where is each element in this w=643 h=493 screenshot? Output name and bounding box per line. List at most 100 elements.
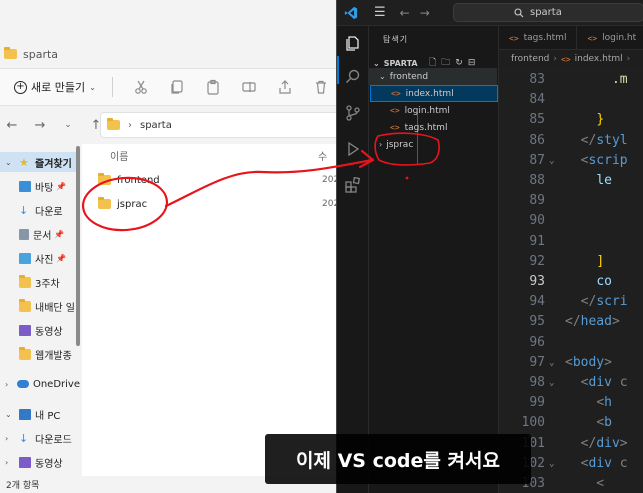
nav-item-pc-videos[interactable]: › 동영상 xyxy=(0,452,80,472)
code-line[interactable]: 102 ⌄ <div c xyxy=(499,454,643,474)
column-header-date[interactable]: 수 xyxy=(318,148,327,163)
delete-icon[interactable] xyxy=(313,79,329,95)
chevron-right-icon: › xyxy=(5,379,9,389)
fold-chevron-icon[interactable]: ⌄ xyxy=(549,353,554,373)
nav-item-label: 사진 xyxy=(35,254,54,266)
breadcrumb-file[interactable]: index.html xyxy=(575,54,623,64)
nav-scrollbar[interactable] xyxy=(76,146,80,346)
nav-item-label: 웹개발종 xyxy=(35,350,72,362)
tree-folder-frontend[interactable]: ⌄ frontend xyxy=(369,68,497,85)
html-file-icon: <> xyxy=(390,106,400,115)
menu-icon[interactable]: ☰ xyxy=(374,5,386,20)
code-line[interactable]: 93 co xyxy=(499,272,643,292)
nav-item-folder[interactable]: 내배단 일 xyxy=(0,296,80,316)
search-icon[interactable] xyxy=(344,68,362,86)
activity-bar xyxy=(337,26,369,493)
code-editor[interactable]: 83 .m 84 85 } 86 </styl 87 ⌄ <scrip 88 le 89 90 9… xyxy=(499,68,643,493)
code-line[interactable]: 91 xyxy=(499,232,643,252)
code-line[interactable]: 100 <b xyxy=(499,413,643,433)
tree-file-login[interactable]: <> login.html xyxy=(369,102,497,119)
nav-group-onedrive[interactable]: › OneDrive xyxy=(0,374,80,394)
explorer-address-row: ← → ⌄ ↑ › sparta xyxy=(0,106,340,144)
share-icon[interactable] xyxy=(277,79,293,95)
column-header-name[interactable]: 이름 xyxy=(110,148,128,163)
nav-group-quick-access[interactable]: ⌄ ★ 즐겨찾기 xyxy=(0,152,80,172)
back-arrow-icon[interactable]: ← xyxy=(400,6,410,20)
copy-icon[interactable] xyxy=(169,79,185,95)
code-line[interactable]: 101 </div> xyxy=(499,434,643,454)
code-line[interactable]: 89 xyxy=(499,191,643,211)
nav-item-desktop[interactable]: 바탕 📌 xyxy=(0,176,80,196)
code-line[interactable]: 92 ] xyxy=(499,252,643,272)
rename-icon[interactable] xyxy=(241,79,257,95)
code-line[interactable]: 90 xyxy=(499,211,643,231)
tab-tags[interactable]: <> tags.html xyxy=(499,26,578,49)
fold-chevron-icon[interactable]: ⌄ xyxy=(549,454,554,474)
nav-item-label: 다운로 xyxy=(35,206,63,218)
nav-item-downloads[interactable]: ↓ 다운로 xyxy=(0,200,80,220)
collapse-all-icon[interactable]: ⊟ xyxy=(468,58,476,68)
explorer-toolbar: + 새로 만들기 ⌄ xyxy=(0,68,340,106)
code-line[interactable]: 84 xyxy=(499,90,643,110)
code-text: .m xyxy=(611,72,628,87)
extensions-icon[interactable] xyxy=(344,176,362,194)
code-line[interactable]: 103 < xyxy=(499,474,643,493)
forward-arrow-icon[interactable]: → xyxy=(420,6,430,20)
code-line[interactable]: 86 </styl xyxy=(499,131,643,151)
code-line[interactable]: 83 .m xyxy=(499,70,643,90)
address-bar[interactable]: › sparta xyxy=(100,112,340,138)
command-center-search[interactable]: sparta xyxy=(453,3,643,22)
computer-icon xyxy=(19,408,31,420)
refresh-icon[interactable]: ↻ xyxy=(455,58,463,68)
chevron-down-icon: ⌄ xyxy=(379,72,386,81)
video-icon xyxy=(19,324,31,336)
chevron-down-icon: ⌄ xyxy=(373,58,380,68)
line-number: 89 xyxy=(529,193,545,209)
nav-item-webdev[interactable]: 웹개발종 xyxy=(0,344,80,364)
search-icon xyxy=(514,7,524,17)
nav-item-videos[interactable]: 동영상 xyxy=(0,320,80,340)
code-line[interactable]: 98 ⌄ <div c xyxy=(499,373,643,393)
recent-chevron-icon[interactable]: ⌄ xyxy=(62,120,74,130)
tab-login[interactable]: <> login.ht xyxy=(577,26,643,49)
explorer-files-icon[interactable] xyxy=(344,34,362,52)
nav-item-label: 문서 xyxy=(33,230,52,242)
fold-chevron-icon[interactable]: ⌄ xyxy=(549,151,554,171)
paste-icon[interactable] xyxy=(205,79,221,95)
tree-folder-jsprac[interactable]: › jsprac xyxy=(369,136,497,153)
forward-arrow-icon[interactable]: → xyxy=(34,118,46,133)
new-button[interactable]: + 새로 만들기 ⌄ xyxy=(8,75,102,99)
vscode-logo-icon xyxy=(344,6,358,19)
tree-file-tags[interactable]: <> tags.html xyxy=(369,119,497,136)
code-line[interactable]: 97 ⌄ <body> xyxy=(499,353,643,373)
code-line[interactable]: 87 ⌄ <scrip xyxy=(499,151,643,171)
breadcrumb-folder[interactable]: frontend xyxy=(511,54,549,64)
code-line[interactable]: 88 le xyxy=(499,171,643,191)
run-debug-icon[interactable] xyxy=(344,140,362,158)
star-icon: ★ xyxy=(19,155,29,169)
tab-label: tags.html xyxy=(523,33,567,43)
vscode-window: ☰ ← → sparta 탐색기 ⌄ SPARTA 🗋 🗀 ↻ ⊟ ⌄ fron xyxy=(336,0,643,493)
picture-icon xyxy=(19,252,31,264)
code-line[interactable]: 94 </scri xyxy=(499,292,643,312)
tree-file-index[interactable]: <> index.html xyxy=(370,85,498,102)
fold-chevron-icon[interactable]: ⌄ xyxy=(549,373,554,393)
code-line[interactable]: 95 </head> xyxy=(499,312,643,332)
nav-item-pictures[interactable]: 사진 📌 xyxy=(0,248,80,268)
nav-item-pc-downloads[interactable]: › ↓ 다운로드 xyxy=(0,428,80,448)
nav-item-documents[interactable]: 문서 📌 xyxy=(0,224,80,244)
html-file-icon: <> xyxy=(587,33,598,43)
line-number: 103 xyxy=(521,476,545,491)
code-line[interactable]: 96 xyxy=(499,333,643,353)
chevron-right-icon: › xyxy=(626,54,631,64)
nav-item-week3[interactable]: 3주차 xyxy=(0,272,80,292)
source-control-icon[interactable] xyxy=(344,104,362,122)
cut-icon[interactable] xyxy=(133,79,149,95)
code-line[interactable]: 99 <h xyxy=(499,393,643,413)
back-arrow-icon[interactable]: ← xyxy=(6,118,18,133)
file-row-frontend[interactable]: frontend xyxy=(98,170,160,190)
nav-group-this-pc[interactable]: ⌄ 내 PC xyxy=(0,404,80,424)
pin-icon: 📌 xyxy=(54,229,65,239)
code-line[interactable]: 85 } xyxy=(499,110,643,130)
file-row-jsprac[interactable]: jsprac xyxy=(98,194,147,214)
